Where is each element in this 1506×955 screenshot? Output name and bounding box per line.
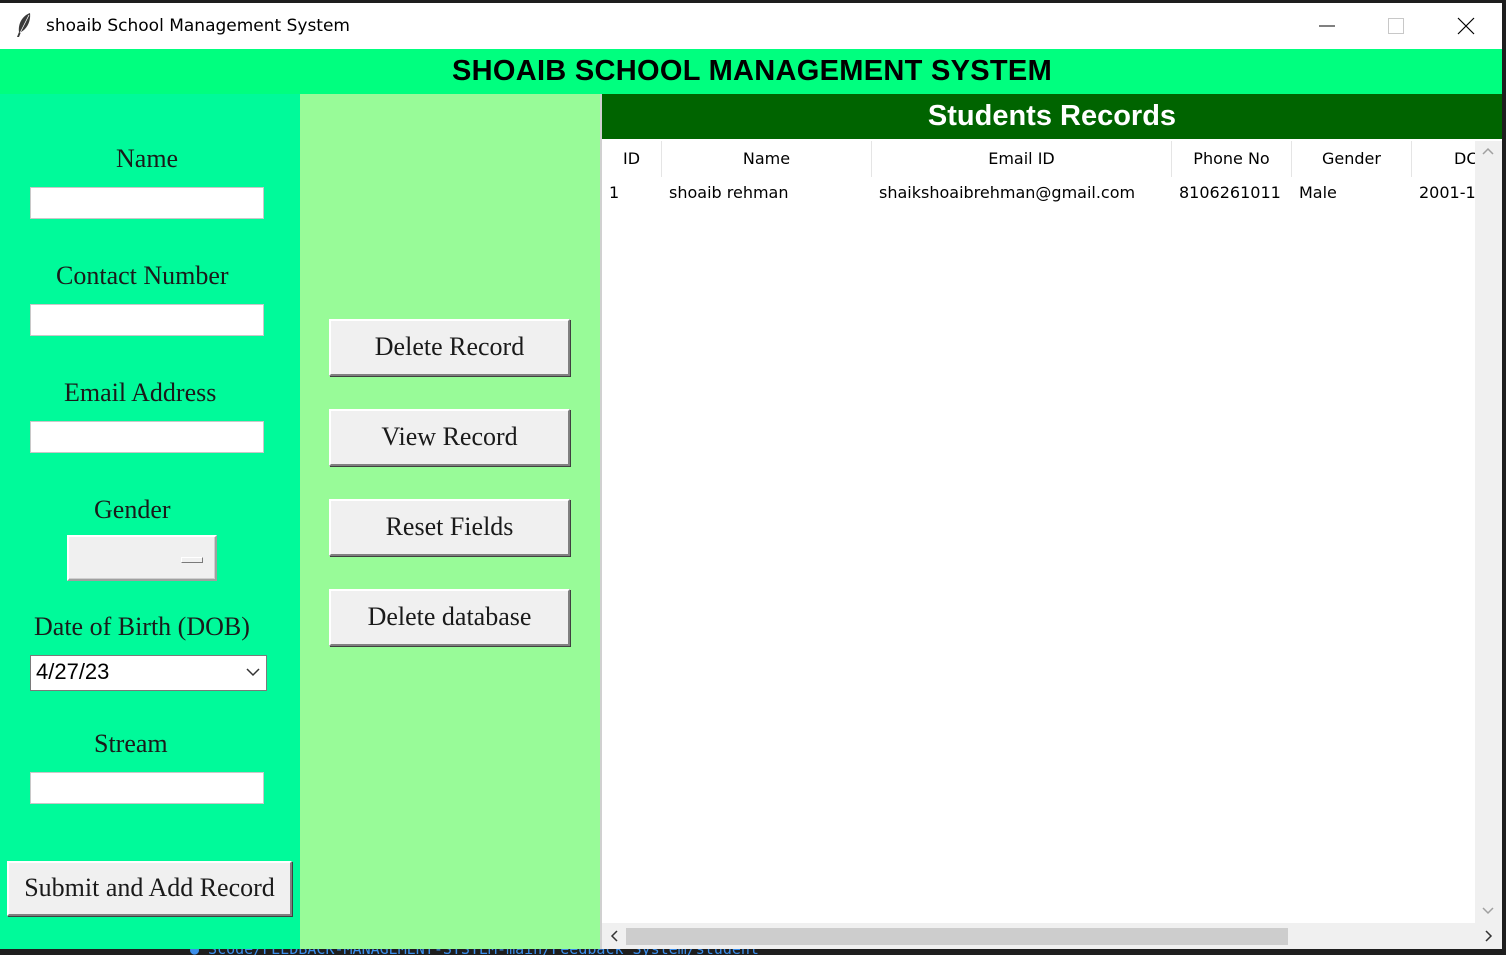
records-title: Students Records — [927, 100, 1177, 132]
window-title: shoaib School Management System — [46, 16, 350, 36]
maximize-icon — [1388, 18, 1404, 34]
feather-icon — [14, 12, 34, 38]
close-button[interactable] — [1431, 3, 1501, 49]
delete-record-button[interactable]: Delete Record — [329, 319, 570, 376]
stream-input[interactable] — [30, 772, 264, 804]
email-address-input[interactable] — [30, 421, 264, 453]
horizontal-scroll-thumb[interactable] — [626, 928, 1288, 945]
submit-add-record-button[interactable]: Submit and Add Record — [7, 861, 292, 916]
column-header-email[interactable]: Email ID — [872, 141, 1172, 177]
chevron-down-icon — [246, 668, 260, 677]
cell-email: shaikshoaibrehman@gmail.com — [879, 183, 1136, 202]
title-bar: shoaib School Management System — [0, 3, 1502, 49]
reset-fields-button[interactable]: Reset Fields — [329, 499, 570, 556]
app-window: shoaib School Management System SHOAIB S… — [0, 3, 1502, 949]
scroll-right-icon[interactable] — [1485, 930, 1493, 942]
option-menu-indicator-icon — [181, 557, 203, 563]
email-address-label: Email Address — [64, 378, 217, 407]
actions-panel: Delete Record View Record Reset Fields D… — [300, 94, 600, 949]
cell-gender: Male — [1299, 183, 1337, 202]
cell-phone: 8106261011 — [1179, 183, 1281, 202]
scroll-up-icon[interactable] — [1482, 147, 1494, 155]
scroll-left-icon[interactable] — [610, 930, 618, 942]
column-header-name[interactable]: Name — [662, 141, 872, 177]
records-panel: Students Records ID Name Email ID Phone … — [600, 94, 1502, 949]
contact-number-input[interactable] — [30, 304, 264, 336]
column-header-dob[interactable]: DC — [1412, 141, 1475, 177]
vertical-scrollbar[interactable] — [1475, 141, 1502, 923]
name-label: Name — [116, 144, 179, 173]
gender-select[interactable] — [67, 535, 217, 581]
minimize-button[interactable] — [1292, 3, 1362, 49]
name-input[interactable] — [30, 187, 264, 219]
app-banner: SHOAIB SCHOOL MANAGEMENT SYSTEM — [0, 49, 1502, 94]
dob-date-picker[interactable]: 4/27/23 — [30, 655, 267, 691]
column-header-id[interactable]: ID — [602, 141, 662, 177]
delete-database-button[interactable]: Delete database — [329, 589, 570, 646]
banner-title: SHOAIB SCHOOL MANAGEMENT SYSTEM — [451, 55, 1053, 87]
dob-value: 4/27/23 — [36, 659, 110, 684]
cell-name: shoaib rehman — [669, 183, 789, 202]
dob-label: Date of Birth (DOB) — [34, 612, 250, 641]
cell-id: 1 — [609, 183, 620, 202]
close-icon — [1457, 17, 1475, 35]
column-header-gender[interactable]: Gender — [1292, 141, 1412, 177]
gender-label: Gender — [94, 495, 171, 524]
student-form-panel: Name Contact Number Email Address Gender… — [0, 94, 300, 949]
maximize-button[interactable] — [1361, 3, 1431, 49]
stream-label: Stream — [94, 729, 168, 758]
horizontal-scrollbar[interactable] — [602, 923, 1502, 949]
view-record-button[interactable]: View Record — [329, 409, 570, 466]
minimize-icon — [1319, 25, 1335, 27]
column-header-phone[interactable]: Phone No — [1172, 141, 1292, 177]
records-table[interactable]: ID Name Email ID Phone No Gender DC 1 sh… — [602, 141, 1475, 923]
cell-dob: 2001-10 — [1419, 183, 1475, 202]
contact-number-label: Contact Number — [56, 261, 229, 290]
scroll-down-icon[interactable] — [1482, 907, 1494, 915]
records-header: Students Records — [602, 94, 1502, 139]
